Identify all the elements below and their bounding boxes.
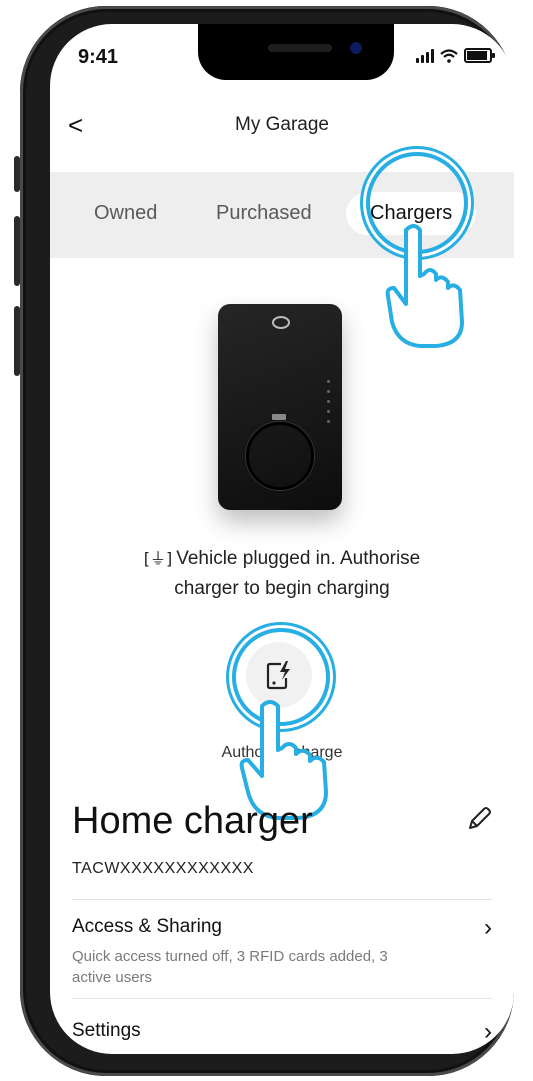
cable-ring xyxy=(246,422,314,490)
volume-up-button xyxy=(14,216,20,286)
brand-logo-icon xyxy=(272,316,290,329)
charger-status-message: [⏚] Vehicle plugged in. Authorise charger… xyxy=(143,548,421,599)
cable-holder xyxy=(272,414,286,420)
authorise-charge-button[interactable] xyxy=(246,642,312,708)
home-charger-title: Home charger xyxy=(72,800,313,842)
access-sharing-subtitle: Quick access turned off, 3 RFID cards ad… xyxy=(72,948,388,986)
tab-owned[interactable]: Owned xyxy=(94,202,157,225)
page-title: My Garage xyxy=(235,114,329,135)
divider xyxy=(72,998,492,999)
signal-icon xyxy=(416,48,434,63)
settings-title: Settings xyxy=(72,1020,141,1041)
divider xyxy=(72,899,492,900)
tap-hand-icon xyxy=(385,224,464,348)
status-icons xyxy=(416,48,495,63)
status-leds xyxy=(327,380,330,423)
plug-icon: [⏚] xyxy=(143,549,173,568)
mute-switch xyxy=(14,156,20,192)
access-sharing-title: Access & Sharing xyxy=(72,916,222,937)
edit-pencil-icon[interactable] xyxy=(466,806,492,832)
front-camera xyxy=(350,42,362,54)
chevron-right-icon: › xyxy=(484,914,492,941)
phone-charge-icon xyxy=(266,661,290,690)
notch xyxy=(198,24,394,80)
status-time: 9:41 xyxy=(78,46,119,68)
wifi-icon xyxy=(440,48,458,63)
nav-bar: < My Garage xyxy=(50,110,514,150)
chevron-right-icon: › xyxy=(484,1018,492,1045)
app-screen: 9:41 < My Garage Owned Purchased Charger… xyxy=(50,24,514,1054)
battery-icon xyxy=(464,48,495,63)
charger-serial: TACWXXXXXXXXXXXX xyxy=(72,860,254,877)
tab-purchased[interactable]: Purchased xyxy=(216,202,312,225)
speaker xyxy=(268,44,332,52)
volume-down-button xyxy=(14,306,20,376)
charger-image xyxy=(218,304,342,510)
